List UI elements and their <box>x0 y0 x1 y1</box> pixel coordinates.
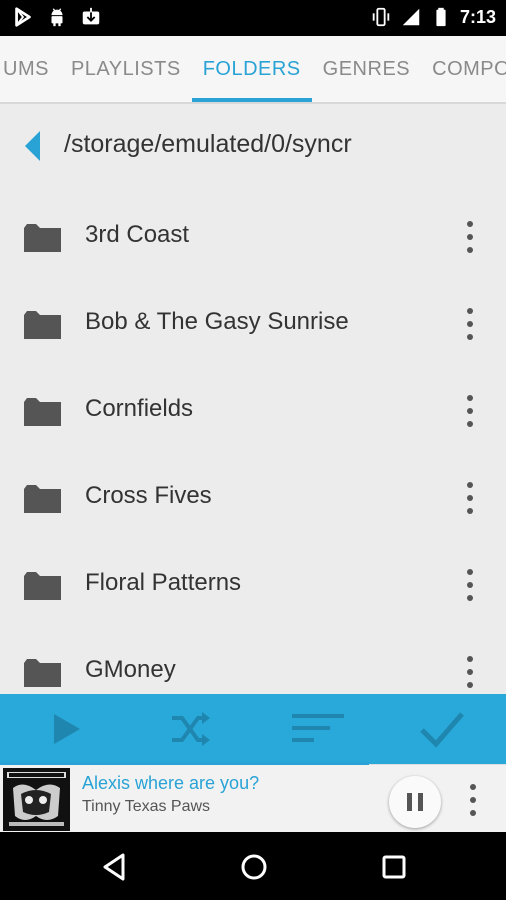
path-bar: /storage/emulated/0/syncr <box>0 102 506 190</box>
status-right-icons: 7:13 <box>370 6 496 28</box>
folder-path: /storage/emulated/0/syncr <box>64 130 352 158</box>
back-icon[interactable] <box>99 852 129 882</box>
folder-name: Cornfields <box>85 395 194 422</box>
play-store-icon <box>15 7 31 27</box>
tab-composers[interactable]: COMPO <box>421 36 506 102</box>
list-item[interactable]: GMoney <box>0 625 506 695</box>
folder-name: Bob & The Gasy Sunrise <box>85 308 349 335</box>
tab-genres[interactable]: GENRES <box>312 36 421 102</box>
status-left-icons <box>12 6 102 28</box>
play-icon[interactable] <box>44 708 88 750</box>
more-options-icon[interactable] <box>456 220 484 254</box>
folder-icon <box>24 398 61 426</box>
download-icon <box>82 7 100 25</box>
more-options-icon[interactable] <box>456 394 484 428</box>
album-art <box>3 768 70 831</box>
battery-icon <box>436 7 446 27</box>
list-item[interactable]: 3rd Coast <box>0 190 506 277</box>
status-bar: 7:13 <box>0 0 506 36</box>
action-bar <box>0 694 506 764</box>
folder-name: Cross Fives <box>85 482 212 509</box>
now-playing-bar[interactable]: Alexis where are you? Tinny Texas Paws <box>0 762 506 833</box>
more-options-icon[interactable] <box>456 568 484 602</box>
folder-name: Floral Patterns <box>85 569 242 596</box>
navigation-bar <box>0 832 506 900</box>
more-options-icon[interactable] <box>456 307 484 341</box>
list-item[interactable]: Cornfields <box>0 364 506 451</box>
tab-row: UMS PLAYLISTS FOLDERS GENRES COMPO <box>0 36 506 102</box>
folder-icon <box>24 659 61 687</box>
pause-button[interactable] <box>389 776 441 828</box>
track-artist: Tinny Texas Paws <box>82 798 211 815</box>
tab-bar: UMS PLAYLISTS FOLDERS GENRES COMPO <box>0 36 506 104</box>
more-options-icon[interactable] <box>456 655 484 689</box>
sort-icon[interactable] <box>290 708 346 750</box>
folder-icon <box>24 311 61 339</box>
checkmark-icon[interactable] <box>418 708 466 750</box>
recents-icon[interactable] <box>379 852 409 882</box>
folder-icon <box>24 485 61 513</box>
track-title: Alexis where are you? <box>82 773 260 793</box>
folder-name: 3rd Coast <box>85 221 190 248</box>
list-item[interactable]: Cross Fives <box>0 451 506 538</box>
folder-icon <box>24 572 61 600</box>
status-time: 7:13 <box>459 6 496 27</box>
list-item[interactable]: Floral Patterns <box>0 538 506 625</box>
signal-icon <box>402 8 420 26</box>
folder-name: GMoney <box>85 656 176 683</box>
home-icon[interactable] <box>239 852 269 882</box>
playback-progress <box>0 762 369 765</box>
more-options-icon[interactable] <box>456 481 484 515</box>
back-arrow-icon[interactable] <box>22 129 42 163</box>
tab-playlists[interactable]: PLAYLISTS <box>60 36 192 102</box>
folder-icon <box>24 224 61 252</box>
shuffle-icon[interactable] <box>168 708 212 750</box>
android-icon <box>51 8 63 27</box>
player-more-icon[interactable] <box>461 783 485 817</box>
vibrate-icon <box>372 7 390 27</box>
list-item[interactable]: Bob & The Gasy Sunrise <box>0 277 506 364</box>
tab-folders[interactable]: FOLDERS <box>191 36 312 102</box>
tab-albums[interactable]: UMS <box>0 36 60 102</box>
pause-icon <box>407 793 423 811</box>
folder-list: 3rd Coast Bob & The Gasy Sunrise Cornfie… <box>0 190 506 695</box>
